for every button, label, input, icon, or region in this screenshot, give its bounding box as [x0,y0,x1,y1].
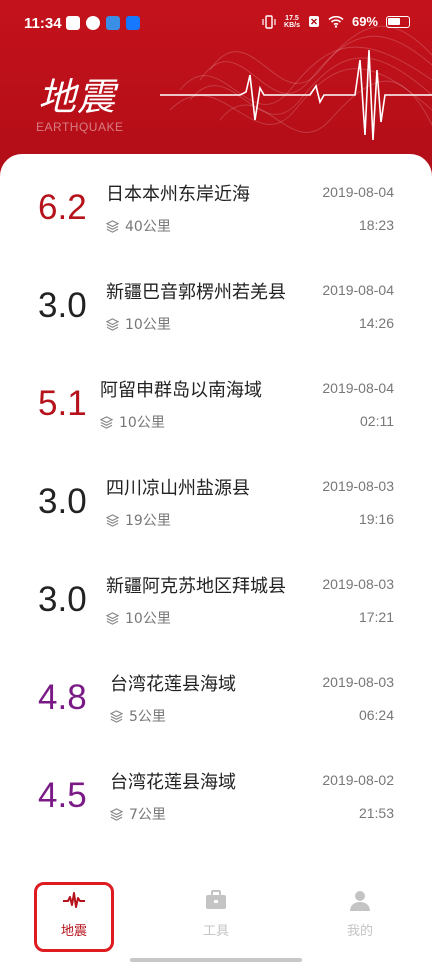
magnitude: 4.5 [38,776,87,815]
magnitude: 3.0 [38,482,87,521]
list-item[interactable]: 3.0 新疆巴音郭楞州若羌县 10公里 2019-08-04 14:26 [0,252,432,350]
status-right-group: 17.5 KB/s 69% [262,14,410,29]
status-time: 11:34 [24,15,62,32]
location-name: 日本本州东岸近海 [106,184,250,205]
depth-value: 5公里 [129,709,166,725]
list-item[interactable]: 5.1 阿留申群岛以南海域 10公里 2019-08-04 02:11 [0,350,432,448]
nav-label: 我的 [346,924,373,939]
toolbox-icon [206,890,226,909]
depth: 10公里 [106,314,171,334]
layers-icon [110,807,123,821]
date: 2019-08-03 [322,674,394,690]
depth-value: 10公里 [125,317,171,333]
battery-icon [386,15,410,28]
location-name: 台湾花莲县海域 [110,674,236,695]
location-name: 新疆阿克苏地区拜城县 [106,576,286,597]
location-name: 新疆巴音郭楞州若羌县 [106,282,286,303]
page-title: 地震 [38,75,117,119]
magnitude: 3.0 [38,286,87,325]
layers-icon [106,611,119,625]
map-notification-icon [106,16,120,30]
quake-list-container[interactable]: 6.2 日本本州东岸近海 40公里 2019-08-04 18:23 3.0 新… [0,154,432,874]
depth: 7公里 [110,804,166,824]
depth-value: 40公里 [125,219,171,235]
battery-percent: 69% [351,14,378,29]
nav-label: 工具 [202,924,229,939]
location-name: 阿留申群岛以南海域 [100,380,262,401]
depth-value: 10公里 [119,415,165,431]
alipay-icon [126,16,140,30]
layers-icon [100,415,113,429]
list-item[interactable]: 3.0 四川凉山州盐源县 19公里 2019-08-03 19:16 [0,448,432,546]
active-tab-highlight [34,882,114,952]
depth: 40公里 [106,216,171,236]
wifi-icon [328,15,344,28]
depth: 10公里 [100,412,165,432]
time: 19:16 [358,511,394,527]
magnitude: 6.2 [38,188,87,227]
app-notification-icon [66,16,80,30]
date: 2019-08-02 [322,772,394,788]
time: 06:24 [358,707,394,723]
depth-value: 7公里 [129,807,166,823]
nav-tab-tools[interactable]: 工具 [176,874,256,954]
date: 2019-08-04 [322,184,394,200]
list-item[interactable]: 4.5 台湾花莲县海域 7公里 2019-08-02 21:53 [0,742,432,840]
notification-icons [66,16,140,32]
list-item[interactable]: 3.0 新疆阿克苏地区拜城县 10公里 2019-08-03 17:21 [0,546,432,644]
magnitude: 3.0 [38,580,87,619]
depth-value: 19公里 [125,513,171,529]
location-name: 四川凉山州盐源县 [106,478,250,499]
time: 17:21 [358,609,394,625]
net-speed: 17.5 KB/s [284,15,300,29]
page-subtitle: EARTHQUAKE [36,120,124,134]
location-name: 台湾花莲县海域 [110,772,236,793]
date: 2019-08-03 [322,478,394,494]
layers-icon [110,709,123,723]
person-icon [350,891,370,911]
date: 2019-08-03 [322,576,394,592]
date: 2019-08-04 [322,282,394,298]
time: 14:26 [358,315,394,331]
no-sim-icon [308,16,319,27]
vibrate-icon [262,14,276,29]
magnitude: 5.1 [38,384,87,423]
magnitude: 4.8 [38,678,87,717]
depth: 10公里 [106,608,171,628]
time: 18:23 [358,217,394,233]
time: 02:11 [360,413,394,429]
net-speed-value: 17.5 [285,14,299,22]
list-item[interactable]: 6.2 日本本州东岸近海 40公里 2019-08-04 18:23 [0,154,432,252]
net-speed-unit: KB/s [284,21,300,29]
weibo-icon [86,16,100,30]
depth: 19公里 [106,510,171,530]
list-item[interactable]: 4.8 台湾花莲县海域 5公里 2019-08-03 06:24 [0,644,432,742]
layers-icon [106,219,119,233]
date: 2019-08-04 [322,380,394,396]
depth-value: 10公里 [125,611,171,627]
time: 21:53 [358,805,394,821]
nav-tab-profile[interactable]: 我的 [320,874,400,954]
home-indicator[interactable] [130,958,302,962]
layers-icon [106,317,119,331]
status-bar: 11:34 17.5 KB/s 69% [0,0,432,50]
layers-icon [106,513,119,527]
depth: 5公里 [110,706,166,726]
